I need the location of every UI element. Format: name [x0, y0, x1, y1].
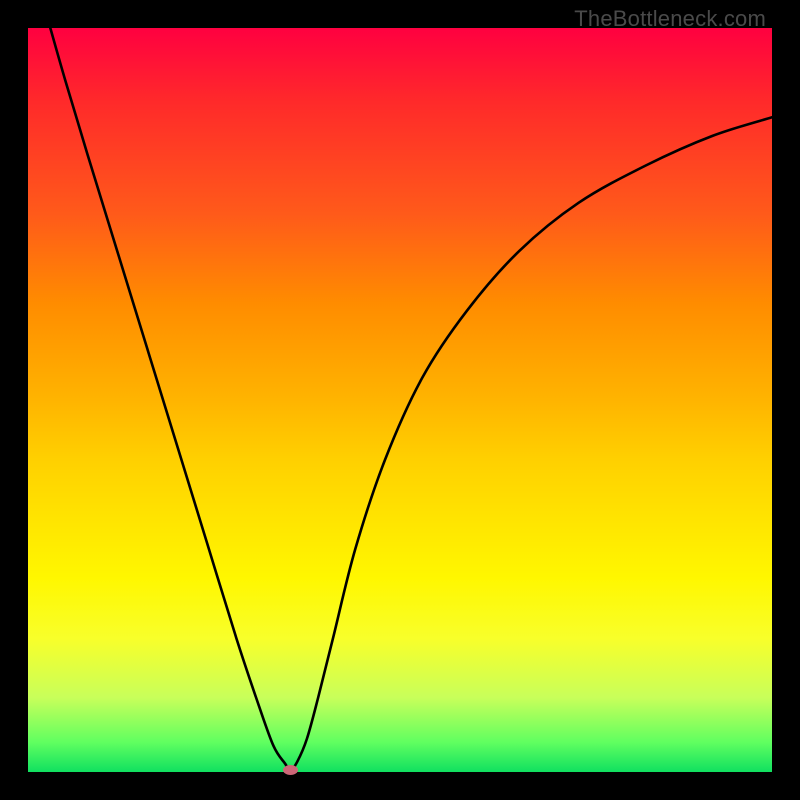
curve-path — [50, 28, 772, 770]
watermark-text: TheBottleneck.com — [574, 6, 766, 32]
plot-area — [28, 28, 772, 772]
chart-stage: TheBottleneck.com — [0, 0, 800, 800]
bottleneck-curve — [28, 28, 772, 772]
minimum-marker — [283, 765, 298, 775]
